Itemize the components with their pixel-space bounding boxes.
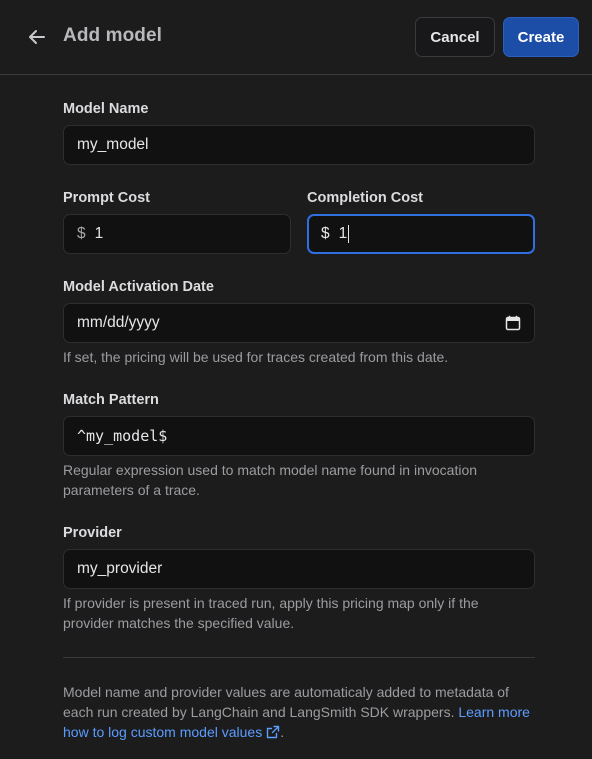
model-name-label: Model Name — [63, 101, 149, 117]
text-caret — [348, 225, 350, 243]
model-name-value: my_model — [77, 136, 149, 153]
arrow-left-icon — [29, 30, 45, 44]
completion-cost-label: Completion Cost — [307, 190, 423, 206]
page-title: Add model — [63, 25, 163, 46]
footer-note-text: Model name and provider values are autom… — [63, 684, 509, 720]
footer-note: Model name and provider values are autom… — [63, 682, 533, 742]
activation-date-label: Model Activation Date — [63, 279, 214, 295]
provider-label: Provider — [63, 525, 122, 541]
provider-help: If provider is present in traced run, ap… — [63, 595, 479, 631]
cancel-button[interactable]: Cancel — [415, 17, 495, 57]
activation-date-placeholder: mm/dd/yyyy — [77, 314, 160, 331]
divider — [63, 657, 535, 658]
calendar-icon[interactable] — [505, 315, 521, 331]
match-pattern-value: ^my_model$ — [77, 427, 168, 445]
currency-prefix: $ — [77, 225, 86, 242]
completion-cost-input[interactable]: $ 1 — [307, 214, 535, 254]
modal-header: Add model Cancel Create — [0, 0, 592, 75]
footer-note-end: . — [280, 724, 285, 740]
activation-date-help: If set, the pricing will be used for tra… — [63, 349, 449, 365]
external-link-icon — [267, 725, 280, 739]
prompt-cost-label: Prompt Cost — [63, 190, 150, 206]
match-pattern-label: Match Pattern — [63, 392, 159, 408]
activation-date-input[interactable]: mm/dd/yyyy — [63, 303, 535, 343]
prompt-cost-input[interactable]: $ 1 — [63, 214, 291, 254]
completion-cost-value: 1 — [338, 225, 348, 242]
create-button[interactable]: Create — [503, 17, 579, 57]
model-name-input[interactable]: my_model — [63, 125, 535, 165]
back-button[interactable] — [24, 24, 50, 50]
prompt-cost-value: 1 — [94, 225, 104, 242]
provider-value: my_provider — [77, 560, 163, 577]
match-pattern-help: Regular expression used to match model n… — [63, 462, 478, 498]
match-pattern-input[interactable]: ^my_model$ — [63, 416, 535, 456]
provider-input[interactable]: my_provider — [63, 549, 535, 589]
currency-prefix: $ — [321, 225, 330, 242]
